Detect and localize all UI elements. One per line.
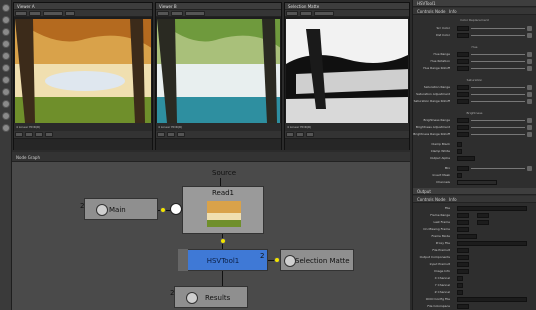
other-tool-icon[interactable] [2,124,10,132]
viewer-2-image [157,19,280,123]
filter-tool-icon[interactable] [2,76,10,84]
node-graph[interactable]: Node Graph Source Read1 Main 2 HSVTool1 … [12,152,410,310]
viewer-2-title: Viewer B [159,4,177,9]
row-frame-mode: Frame Mode [431,234,450,238]
viewer-3-timeline[interactable] [285,139,409,150]
main-input-dot[interactable] [160,207,166,213]
read1-output-dot[interactable] [220,238,226,244]
row-file: File [444,206,450,210]
row-brightness-rolloff: Brightness Range Rolloff [413,132,450,136]
row-output-components: Output Components [419,255,450,259]
node-graph-tab[interactable]: Node Graph [16,155,40,160]
toolbar [0,0,12,310]
results-eye-icon[interactable] [186,292,198,304]
row-file-premult: File Premult [432,248,450,252]
play-icon[interactable] [170,203,182,215]
source-label: Source [212,169,237,177]
viewer-3[interactable]: Selection Matte 4 Linear HDR(R) [284,2,410,150]
main-label: Main [109,206,126,214]
properties-title: HSVTool1 [417,1,436,6]
viewer-1-info: 4 Linear HDR(R) [16,125,41,129]
results-count: 2 [170,289,175,297]
viewer-3-title: Selection Matte [288,4,320,9]
row-saturation-rolloff: Saturation Range Rolloff [413,99,450,103]
row-clamp-white: Clamp White [430,149,450,153]
row-dst-color: Dst Color [436,33,450,37]
row-hue-rolloff: Hue Range Rolloff [423,66,450,70]
viewer-2-timeline[interactable] [156,139,281,150]
tab-controls[interactable]: Controls [417,9,434,14]
brush-tool-icon[interactable] [2,4,10,12]
section-color-replacement: Color Replacement [460,18,489,22]
viewer-1-timeline[interactable] [14,139,152,150]
row-hue-rotation: Hue Rotation [430,59,450,63]
row-saturation-adjustment: Saturation Adjustment [416,92,450,96]
globe-tool-icon[interactable] [2,16,10,24]
viewer-3-image [286,19,408,123]
hsv-count: 2 [260,252,265,260]
color-tool-icon[interactable] [2,64,10,72]
draw-tool-icon[interactable] [2,100,10,108]
output-tab-node[interactable]: Node [435,197,445,202]
selection-eye-icon[interactable] [284,255,296,267]
row-output-alpha: Output Alpha [430,156,450,160]
output-tab-info[interactable]: Info [449,197,457,202]
viewer-2-info: 4 Linear HDR(R) [158,125,183,129]
results-label: Results [205,294,231,302]
row-src-color: Src Color [436,26,450,30]
hsv-swatch-icon [178,249,188,271]
row-image-info: Image Info [433,269,450,273]
read1-thumbnail [207,201,241,227]
row-y-channel: Y Channel [434,283,450,287]
hsvtool1-label: HSVTool1 [206,257,240,265]
tab-info[interactable]: Info [449,9,457,14]
row-input-premult: Input Premult [429,262,450,266]
read1-node[interactable]: Read1 [182,186,264,234]
hsvtool1-node[interactable]: HSVTool1 [178,249,268,271]
output-section-title: Output [417,189,431,194]
row-on-missing-frame: On Missing Frame [423,227,450,231]
row-brightness-adjustment: Brightness Adjustment [415,125,450,129]
selection-input-dot[interactable] [274,257,280,263]
ocio-tool-icon[interactable] [2,112,10,120]
tab-node[interactable]: Node [435,9,445,14]
row-file-colorspace: File Colorspace [427,304,450,308]
row-last-frame: Last Frame [433,220,450,224]
read1-label: Read1 [211,189,235,197]
row-channels: Channels [436,180,450,184]
viewer-2[interactable]: Viewer B 4 Linear HDR(R) [155,2,282,150]
row-saturation-range: Saturation Range [423,85,450,89]
transform-tool-icon[interactable] [2,28,10,36]
selection-label: Selection Matte [295,257,350,265]
row-hue-range: Hue Range [433,52,450,56]
row-brightness-range: Brightness Range [423,118,450,122]
viewer-1[interactable]: Viewer A 4 Linear HDR(R) [13,2,153,150]
key-tool-icon[interactable] [2,88,10,96]
row-mix: Mix [444,166,450,170]
row-x-channel: X Channel [434,276,450,280]
main-count: 2 [80,202,85,210]
row-z-channel: Z Channel [434,290,450,294]
properties-panel: HSVTool1 Controls Node Info Color Replac… [412,0,536,310]
row-proxy-file: Proxy File [435,241,450,245]
row-frame-range: Frame Range [430,213,450,217]
merge-tool-icon[interactable] [2,52,10,60]
row-ocio-config-file: OCIO Config File [425,297,450,301]
section-hue: Hue [471,45,478,49]
viewer-1-image [15,19,151,123]
viewer-1-title: Viewer A [17,4,35,9]
main-eye-icon[interactable] [96,204,108,216]
output-tab-controls[interactable]: Controls [417,197,434,202]
viewer-3-info: 4 Linear HDR(R) [287,125,312,129]
row-invert-mask: Invert Mask [432,173,451,177]
row-clamp-black: Clamp Black [431,142,450,146]
section-brightness: Brightness [466,111,483,115]
section-saturation: Saturation [466,78,483,82]
channel-tool-icon[interactable] [2,40,10,48]
